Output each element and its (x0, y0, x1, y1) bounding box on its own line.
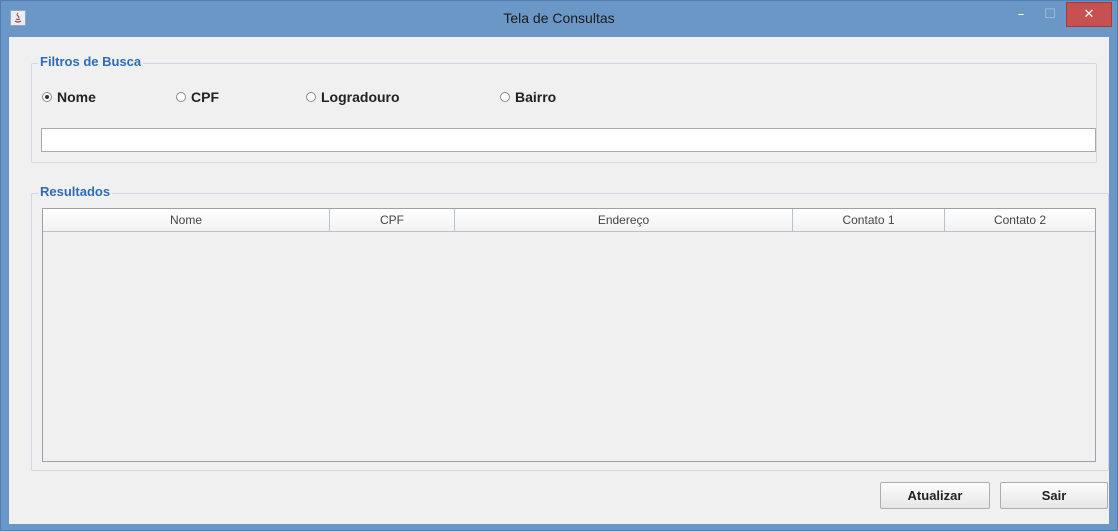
maximize-button[interactable]: ☐ (1036, 2, 1064, 27)
minimize-icon: – (1017, 7, 1025, 22)
close-icon: ✕ (1083, 7, 1095, 22)
column-header-contato-2[interactable]: Contato 2 (945, 209, 1095, 231)
column-header-cpf[interactable]: CPF (330, 209, 455, 231)
radio-label: Bairro (515, 89, 557, 105)
maximize-icon: ☐ (1044, 7, 1056, 22)
minimize-button[interactable]: – (1006, 2, 1036, 27)
radio-logradouro[interactable]: Logradouro (306, 89, 400, 105)
radio-indicator (306, 92, 316, 102)
radio-indicator (42, 92, 52, 102)
radio-label: Logradouro (321, 89, 400, 105)
search-input[interactable] (41, 128, 1096, 152)
radio-nome[interactable]: Nome (42, 89, 96, 105)
radio-label: CPF (191, 89, 219, 105)
column-header-contato-1[interactable]: Contato 1 (793, 209, 945, 231)
window-title: Tela de Consultas (503, 10, 615, 26)
table-body[interactable] (43, 232, 1095, 461)
radio-bairro[interactable]: Bairro (500, 89, 556, 105)
window-content: Filtros de Busca Nome CPF Logradouro Bai… (9, 37, 1109, 524)
exit-button[interactable]: Sair (1000, 482, 1108, 509)
results-group-title: Resultados (38, 184, 113, 199)
radio-indicator (500, 92, 510, 102)
table-header: Nome CPF Endereço Contato 1 Contato 2 (43, 209, 1095, 232)
radio-label: Nome (57, 89, 96, 105)
radio-indicator (176, 92, 186, 102)
filters-group-title: Filtros de Busca (38, 54, 144, 69)
column-header-nome[interactable]: Nome (43, 209, 330, 231)
close-button[interactable]: ✕ (1066, 2, 1112, 27)
column-header-endereco[interactable]: Endereço (455, 209, 793, 231)
radio-cpf[interactable]: CPF (176, 89, 219, 105)
title-bar[interactable]: Tela de Consultas – ☐ ✕ (1, 1, 1117, 37)
refresh-button[interactable]: Atualizar (880, 482, 990, 509)
results-table[interactable]: Nome CPF Endereço Contato 1 Contato 2 (42, 208, 1096, 462)
main-window: Tela de Consultas – ☐ ✕ Filtros de Busca… (0, 0, 1118, 531)
